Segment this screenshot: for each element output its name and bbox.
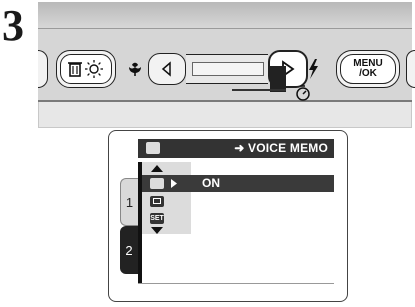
delete-brightness-button[interactable] [56,50,116,88]
menu-tab-2[interactable]: 2 [120,226,138,274]
lightning-icon [309,59,318,79]
voice-memo-value: ON [202,176,220,190]
flower-icon [129,62,141,76]
menu-row-frame[interactable] [142,194,191,210]
trash-sun-icon [68,60,103,78]
voice-memo-icon [146,142,160,154]
menu-header: ➜ VOICE MEMO [138,139,334,158]
frame-icon [150,196,164,207]
menu-tab-1[interactable]: 1 [120,178,138,226]
menu-header-title: ➜ VOICE MEMO [234,141,328,155]
select-arrow-icon [171,179,177,188]
menu-ok-button[interactable]: MENU /OK [336,50,400,88]
timer-icon [296,85,310,101]
set-icon: SET [150,213,164,224]
triangle-left-icon [161,61,171,77]
step-number: 3 [2,1,24,50]
voice-memo-icon [150,178,164,189]
scroll-up-icon [151,165,163,172]
panel-top-edge [38,2,412,30]
menu-row-set[interactable]: SET [142,211,191,227]
partial-left-button[interactable] [38,50,48,88]
ok-label: /OK [359,68,377,79]
rocker-groove [192,62,264,76]
left-arrow-button[interactable] [148,53,186,85]
menu-row-voice-memo[interactable]: ON [142,175,334,192]
scroll-down-icon [151,227,163,234]
partial-right-button[interactable] [406,50,415,88]
right-arrow-line [232,89,286,91]
menu-bottom-line [138,283,334,284]
